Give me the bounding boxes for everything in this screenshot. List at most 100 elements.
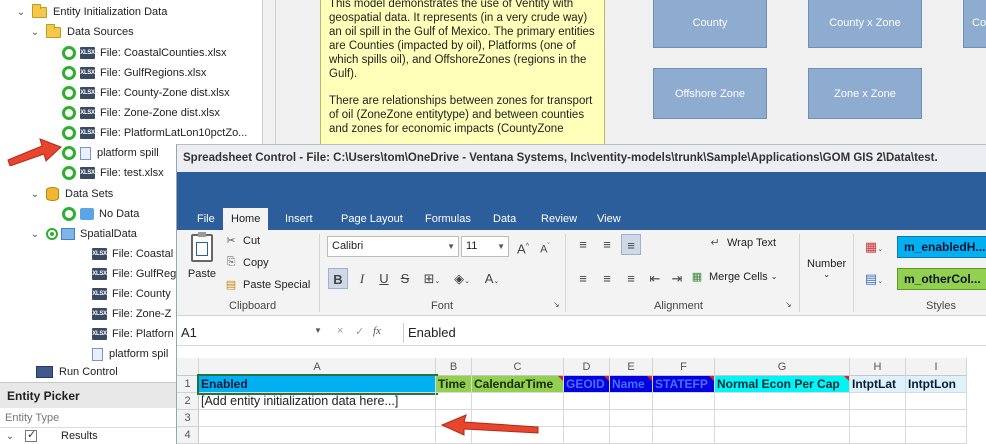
tab-home[interactable]: Home [223, 208, 269, 230]
grid-cell[interactable] [850, 393, 906, 410]
name-box[interactable]: A1 [179, 323, 323, 343]
borders-icon[interactable]: ⊞⌄ [419, 268, 445, 289]
tab-insert[interactable]: Insert [277, 208, 321, 230]
header-cell[interactable]: STATEFP [653, 376, 715, 393]
fill-color-icon[interactable]: ◈⌄ [449, 268, 475, 289]
align-middle-icon[interactable]: ≡ [597, 234, 617, 255]
number-format-button[interactable]: Number ⌄ [807, 258, 846, 279]
tree-item[interactable]: ⌄ Entity Initialization Data [16, 2, 167, 22]
tree-item[interactable]: platform spil [92, 344, 168, 364]
tree-item[interactable]: XLSX File: CoastalCounties.xlsx [62, 43, 227, 63]
grid-cell[interactable] [906, 427, 967, 444]
grid-cell[interactable] [850, 427, 906, 444]
grid-cell[interactable] [199, 427, 436, 444]
formula-input[interactable]: Enabled [403, 323, 983, 343]
tree-item[interactable]: XLSX File: Platforn [92, 324, 174, 344]
function-icon[interactable]: fx [373, 325, 381, 337]
paste-special-button[interactable]: ▤ Paste Special [223, 278, 310, 292]
tree-item[interactable]: XLSX File: GulfReg [92, 264, 176, 284]
grow-font-icon[interactable]: A^ [513, 236, 533, 257]
column-header[interactable]: H [850, 358, 906, 376]
column-header[interactable]: I [906, 358, 967, 376]
style-other-col[interactable]: m_otherCol... [897, 268, 986, 290]
dialog-launcher-icon[interactable]: ↘ [553, 300, 560, 309]
data-cell-a2[interactable]: [Add entity initialization data here...] [199, 393, 436, 410]
tree-item[interactable]: XLSX File: County-Zone dist.xlsx [62, 83, 230, 103]
chevron-down-icon[interactable]: ⌄ [30, 27, 40, 38]
column-header[interactable]: G [715, 358, 850, 376]
select-all-corner[interactable] [177, 358, 199, 376]
header-cell[interactable]: IntptLat [850, 376, 906, 393]
tree-item[interactable]: XLSX File: Zone-Z [92, 304, 171, 324]
column-header[interactable]: C [472, 358, 564, 376]
chevron-down-icon[interactable]: ⌄ [5, 431, 15, 442]
align-center-icon[interactable]: ≡ [597, 268, 617, 289]
chevron-down-icon[interactable]: ⌄ [16, 7, 26, 18]
grid-cell[interactable] [653, 393, 715, 410]
header-cell[interactable]: Name [610, 376, 653, 393]
cut-button[interactable]: ✂ Cut [223, 234, 260, 248]
node-county[interactable]: County [653, 0, 767, 48]
format-as-table-icon[interactable]: ▤⌄ [861, 268, 887, 289]
tree-item[interactable]: ⌄ Data Sets [30, 184, 113, 204]
tree-item[interactable]: XLSX File: test.xlsx [62, 163, 164, 183]
tab-data[interactable]: Data [485, 208, 524, 230]
row-header[interactable]: 1 [177, 376, 199, 393]
node-offshore-zone[interactable]: Offshore Zone [653, 68, 767, 119]
row-header[interactable]: 4 [177, 427, 199, 444]
align-right-icon[interactable]: ≡ [621, 268, 641, 289]
grid-cell[interactable] [610, 427, 653, 444]
cancel-icon[interactable]: × [337, 325, 343, 337]
header-cell[interactable]: CalendarTime [472, 376, 564, 393]
decrease-indent-icon[interactable]: ⇤ [645, 268, 665, 289]
header-cell[interactable]: Time [436, 376, 472, 393]
font-name-combo[interactable]: Calibri ▼ [327, 236, 459, 257]
grid-cell[interactable] [472, 393, 564, 410]
tree-item[interactable]: XLSX File: GulfRegions.xlsx [62, 63, 206, 83]
chevron-down-icon[interactable]: ▼ [314, 326, 322, 335]
grid-cell[interactable] [564, 410, 610, 427]
grid-cell[interactable] [610, 410, 653, 427]
tree-item[interactable]: XLSX File: Coastal [92, 244, 173, 264]
row-header[interactable]: 3 [177, 410, 199, 427]
merge-cells-button[interactable]: ▦ Merge Cells ⌄ [689, 270, 778, 284]
node-county-x-zone[interactable]: County x Zone [808, 0, 922, 48]
increase-indent-icon[interactable]: ⇥ [667, 268, 687, 289]
grid-cell[interactable] [850, 410, 906, 427]
grid-cell[interactable] [436, 393, 472, 410]
column-header[interactable]: A [199, 358, 436, 376]
grid-cell[interactable] [906, 410, 967, 427]
font-size-combo[interactable]: 11 ▼ [461, 236, 509, 257]
grid-cell[interactable] [564, 393, 610, 410]
header-cell[interactable]: Normal Econ Per Cap [715, 376, 850, 393]
tree-item[interactable]: Run Control [36, 362, 118, 382]
column-header[interactable]: D [564, 358, 610, 376]
strikethrough-button[interactable]: S [395, 268, 415, 289]
align-left-icon[interactable]: ≡ [573, 268, 593, 289]
dialog-launcher-icon[interactable]: ↘ [785, 300, 792, 309]
underline-button[interactable]: U [374, 268, 394, 289]
grid-cell[interactable] [653, 427, 715, 444]
tab-review[interactable]: Review [533, 208, 585, 230]
tree-item[interactable]: XLSX File: Zone-Zone dist.xlsx [62, 103, 220, 123]
chevron-down-icon[interactable]: ⌄ [30, 189, 40, 200]
align-bottom-icon[interactable]: ≡ [621, 234, 641, 255]
column-header[interactable]: B [436, 358, 472, 376]
grid-cell[interactable] [715, 410, 850, 427]
chevron-down-icon[interactable]: ⌄ [30, 229, 40, 240]
shrink-font-icon[interactable]: Aˇ [535, 236, 555, 257]
align-top-icon[interactable]: ≡ [573, 234, 593, 255]
paste-button[interactable]: Paste [187, 232, 217, 280]
tab-formulas[interactable]: Formulas [417, 208, 479, 230]
copy-button[interactable]: ⎘ Copy [223, 256, 269, 269]
row-header[interactable]: 2 [177, 393, 199, 410]
checkbox[interactable] [25, 428, 37, 442]
tree-item[interactable]: XLSX File: County [92, 284, 171, 304]
grid-cell[interactable] [653, 410, 715, 427]
enter-icon[interactable]: ✓ [355, 325, 364, 338]
node-zone-x-zone[interactable]: Zone x Zone [808, 68, 922, 119]
wrap-text-button[interactable]: ↵ Wrap Text [707, 236, 776, 250]
header-cell[interactable]: Enabled [197, 374, 438, 395]
grid-cell[interactable] [715, 393, 850, 410]
grid-cell[interactable] [564, 427, 610, 444]
